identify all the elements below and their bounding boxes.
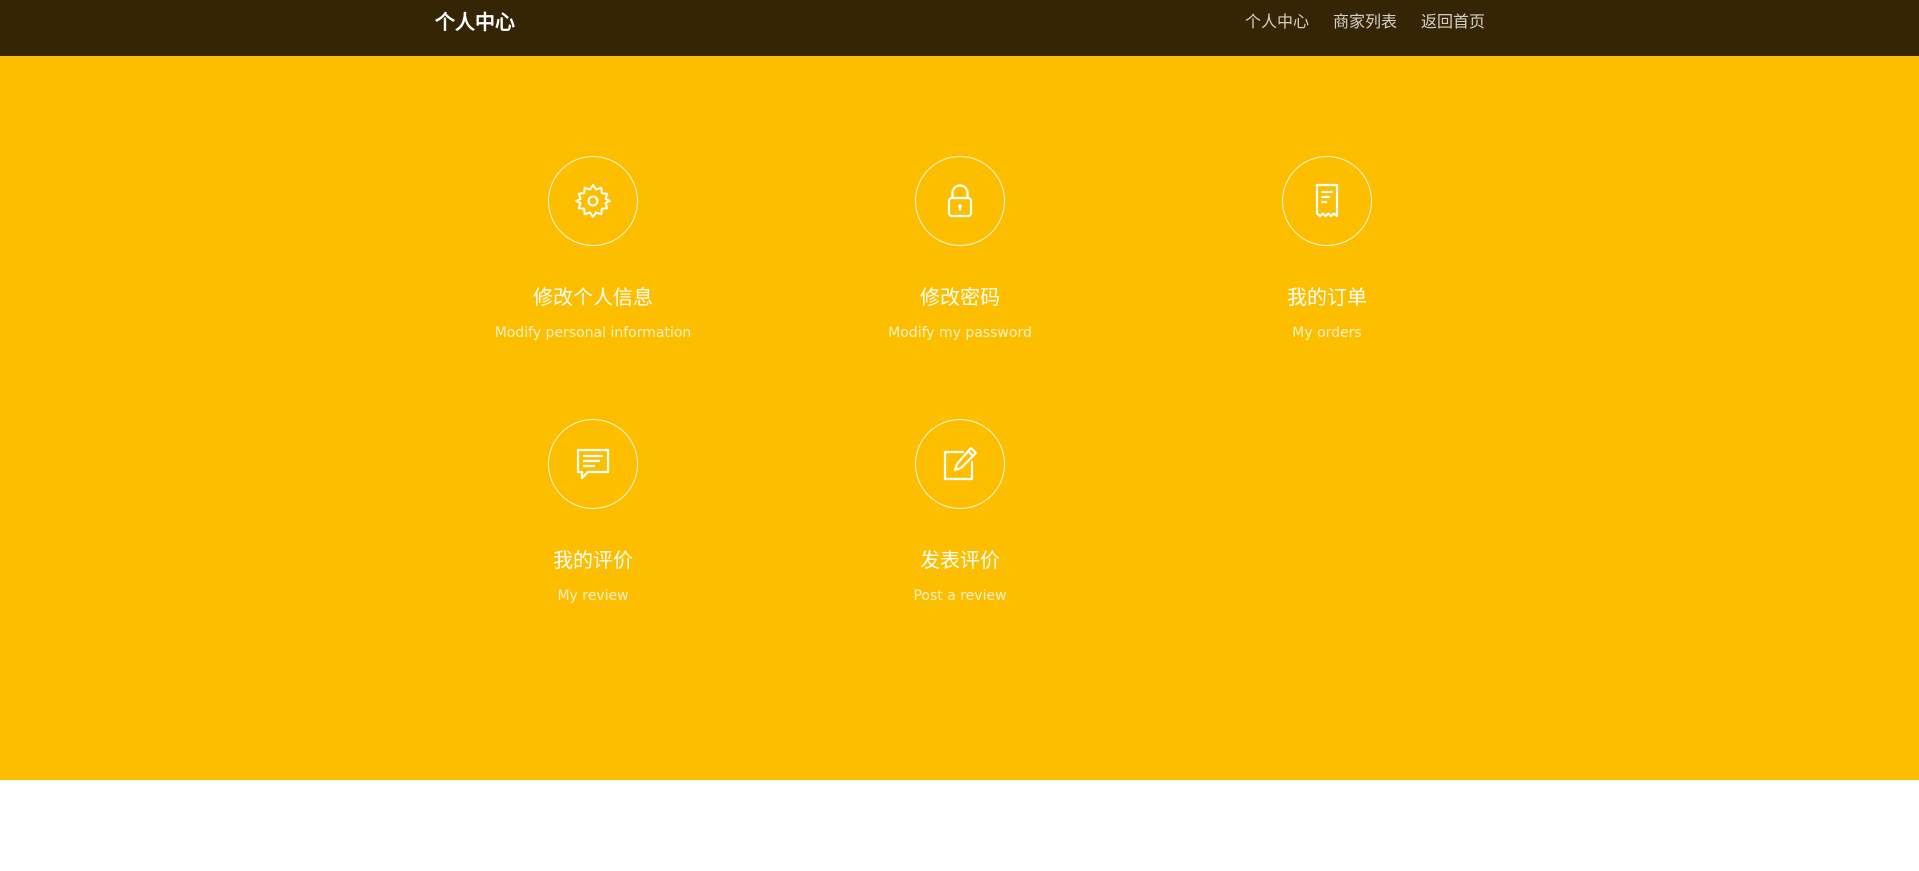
nav-link-personal-center[interactable]: 个人中心 xyxy=(1245,12,1309,32)
edit-icon xyxy=(943,446,978,481)
card-subtitle: My orders xyxy=(1292,325,1362,341)
receipt-icon xyxy=(1315,183,1339,218)
icon-circle xyxy=(1282,156,1372,246)
icon-circle xyxy=(548,156,638,246)
card-post-review[interactable]: 发表评价 Post a review xyxy=(810,419,1110,605)
icon-circle xyxy=(915,419,1005,509)
card-title: 修改个人信息 xyxy=(533,285,653,309)
card-subtitle: Post a review xyxy=(913,588,1007,604)
nav-link-merchant-list[interactable]: 商家列表 xyxy=(1333,12,1397,32)
icon-circle xyxy=(548,419,638,509)
navbar-brand[interactable]: 个人中心 xyxy=(435,10,515,34)
card-subtitle: Modify personal information xyxy=(494,325,692,341)
nav-links: 个人中心 商家列表 返回首页 xyxy=(1245,12,1485,32)
card-title: 修改密码 xyxy=(920,285,1000,309)
lock-icon xyxy=(947,184,973,218)
gear-icon xyxy=(575,184,611,218)
comment-icon xyxy=(576,448,610,480)
hero-section: 修改个人信息 Modify personal information 修改密码 … xyxy=(0,56,1919,780)
card-title: 发表评价 xyxy=(920,548,1000,572)
card-subtitle: Modify my password xyxy=(888,325,1032,341)
card-title: 我的评价 xyxy=(553,548,633,572)
card-modify-info[interactable]: 修改个人信息 Modify personal information xyxy=(443,156,743,342)
top-navbar: 个人中心 个人中心 商家列表 返回首页 xyxy=(0,0,1919,56)
card-title: 我的订单 xyxy=(1287,285,1367,309)
nav-link-back-home[interactable]: 返回首页 xyxy=(1421,12,1485,32)
icon-circle xyxy=(915,156,1005,246)
card-subtitle: My review xyxy=(557,588,629,604)
card-modify-password[interactable]: 修改密码 Modify my password xyxy=(810,156,1110,342)
card-my-review[interactable]: 我的评价 My review xyxy=(443,419,743,605)
card-my-orders[interactable]: 我的订单 My orders xyxy=(1177,156,1477,342)
